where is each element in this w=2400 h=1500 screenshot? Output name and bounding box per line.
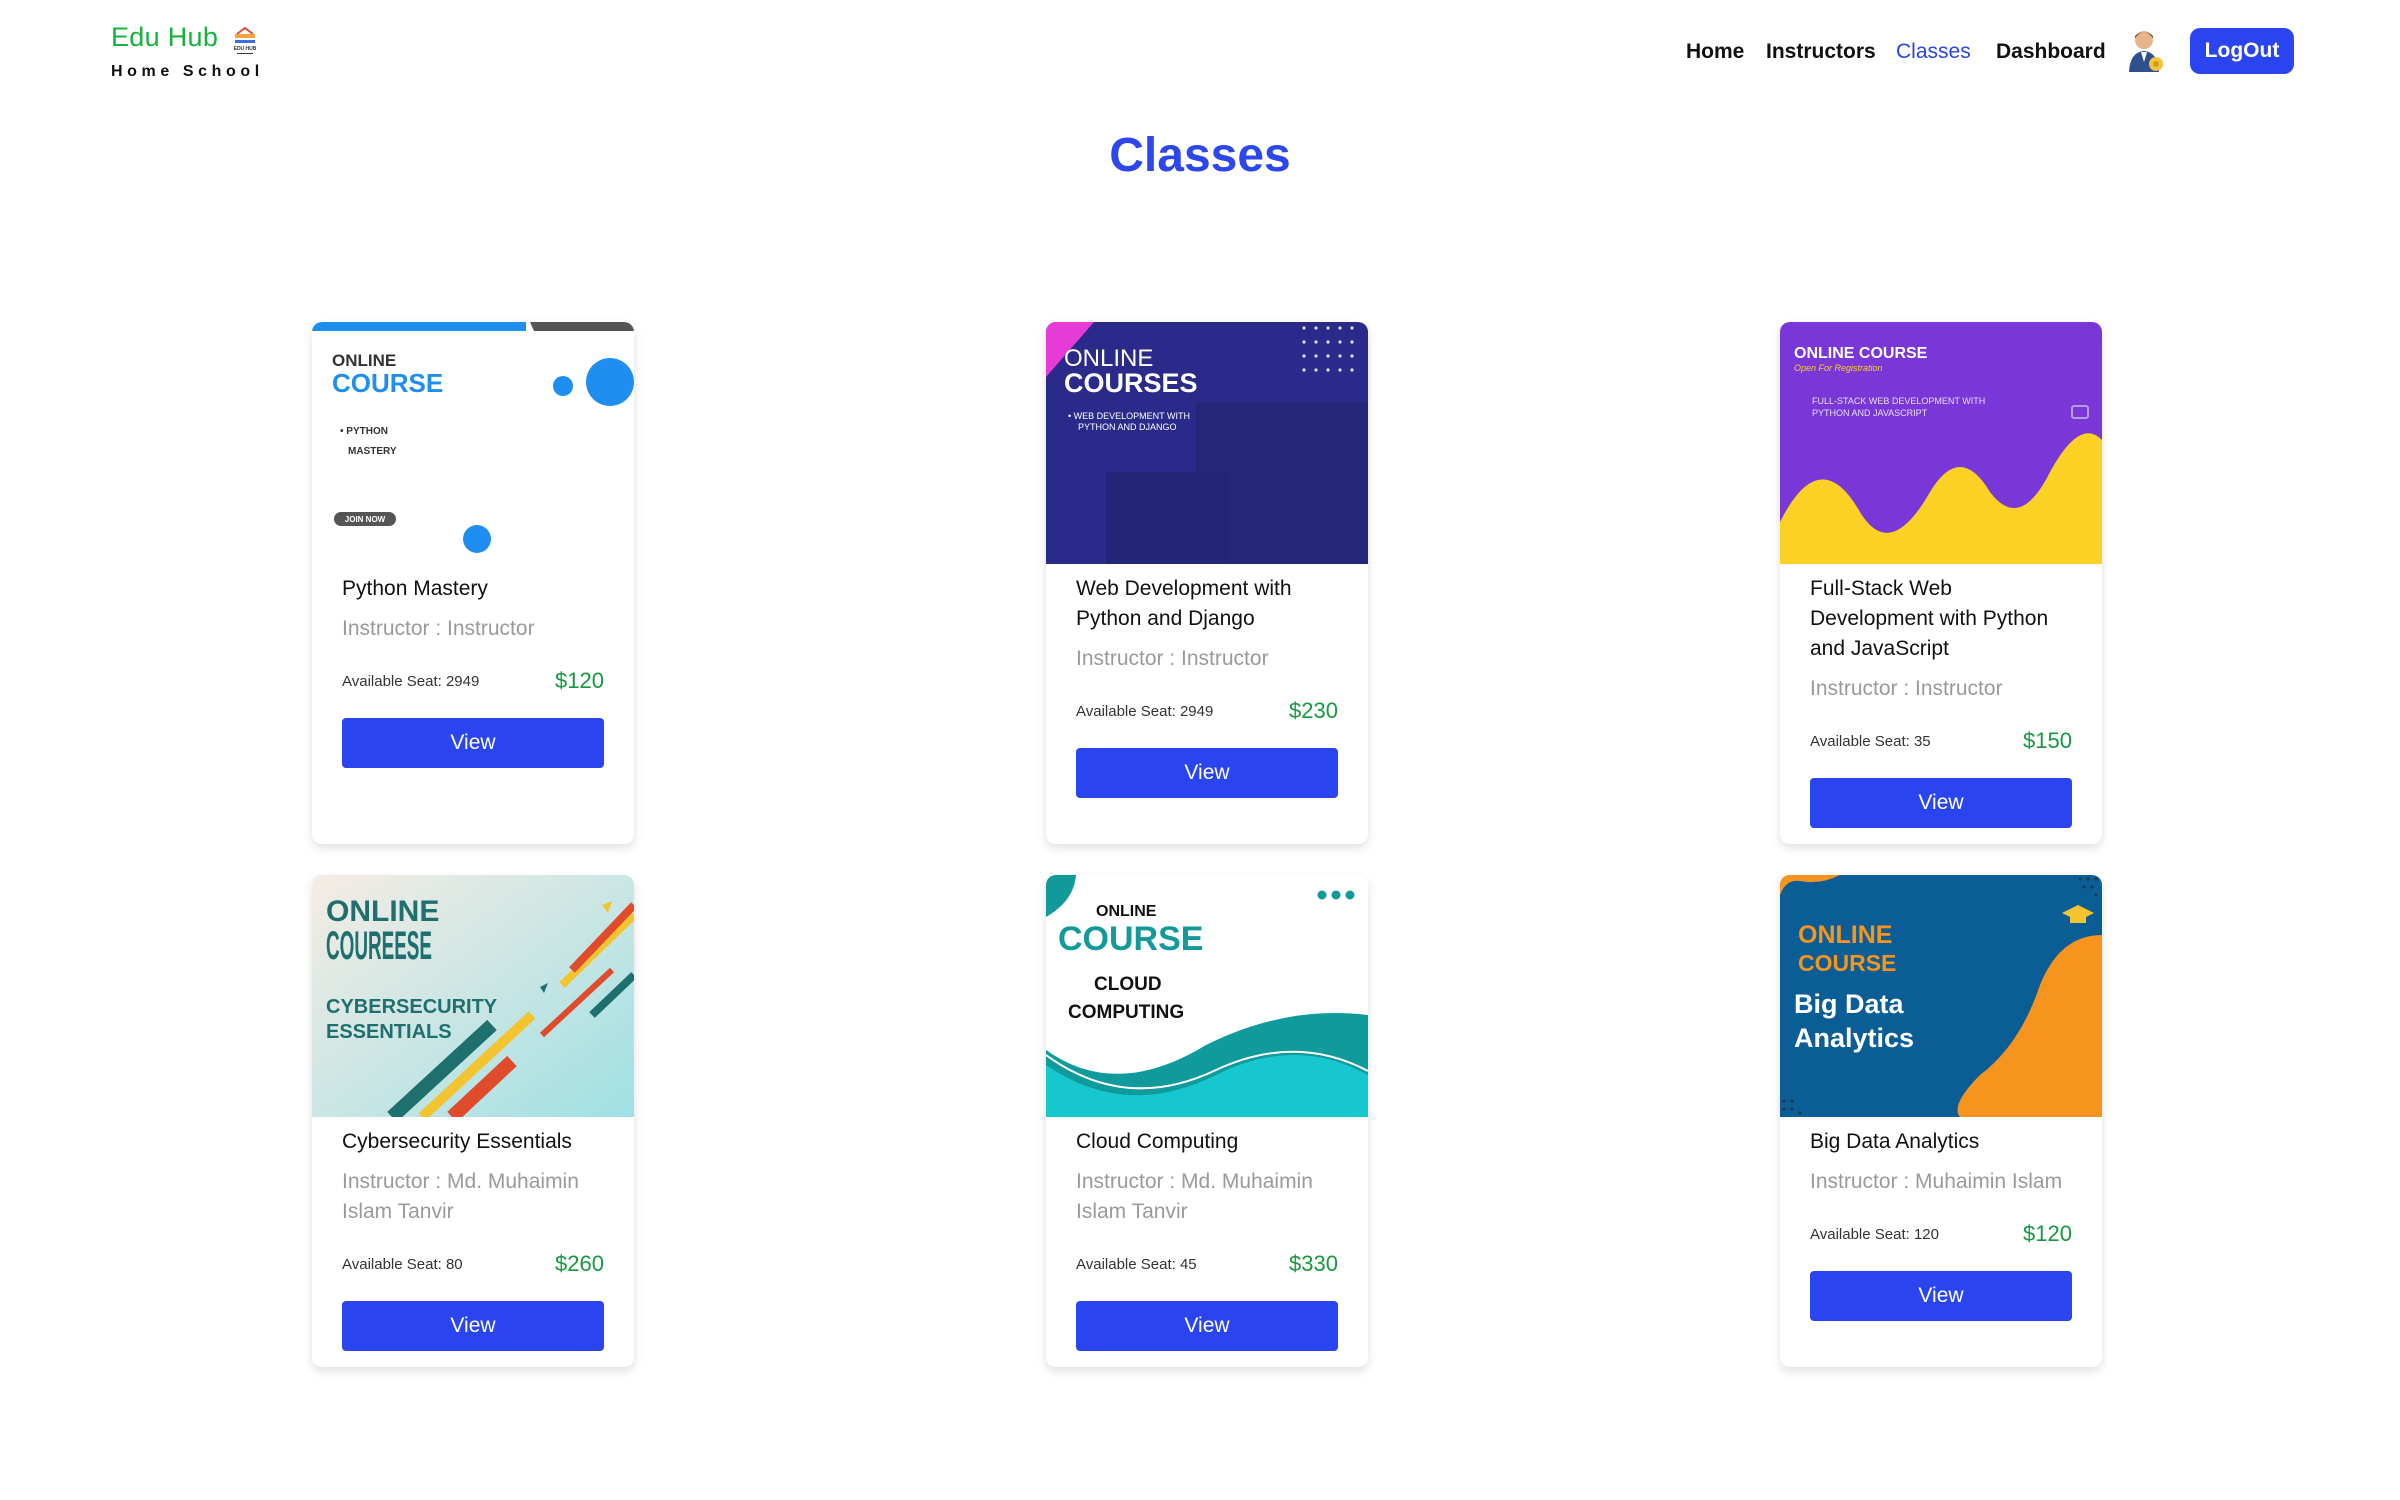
course-thumbnail: ONLINE COUREESE CYBERSECURITY ESSENTIALS — [312, 875, 634, 1117]
svg-text:COURSES: COURSES — [1064, 368, 1198, 398]
svg-text:Open For Registration: Open For Registration — [1794, 363, 1883, 373]
page-title: Classes — [1109, 129, 1291, 182]
course-price: $260 — [555, 1251, 604, 1276]
course-title: Web Development with Python and Django — [1076, 577, 1292, 630]
course-thumbnail: ONLINE COURSE Big Data Analytics — [1780, 875, 2102, 1117]
course-instructor: Instructor : Muhaimin Islam — [1810, 1170, 2063, 1193]
course-thumbnail: ONLINE COURSE • PYTHON MASTERY JOIN NOW — [312, 322, 634, 564]
course-price: $120 — [555, 668, 604, 693]
svg-text:Big Data: Big Data — [1794, 989, 1905, 1019]
view-button[interactable]: View — [1810, 1271, 2072, 1321]
view-button[interactable]: View — [342, 1301, 604, 1351]
course-instructor: Instructor : Md. Muhaimin Islam Tanvir — [342, 1170, 579, 1223]
class-card: ONLINE COURSE Big Data Analytics Big Dat… — [1780, 875, 2102, 1367]
svg-text:COMPUTING: COMPUTING — [1068, 1002, 1184, 1023]
course-price: $230 — [1289, 698, 1338, 723]
available-seats: Available Seat: 120 — [1810, 1225, 1939, 1243]
svg-text:PYTHON AND JAVASCRIPT: PYTHON AND JAVASCRIPT — [1812, 408, 1928, 418]
svg-text:CLOUD: CLOUD — [1094, 974, 1162, 995]
brand-logo-icon: EDU HUB — [234, 26, 257, 54]
course-instructor: Instructor : Instructor — [1076, 647, 1269, 670]
brand[interactable]: Edu Hub EDU HUB Home School — [111, 22, 264, 81]
svg-text:FULL-STACK WEB DEVELOPMENT WIT: FULL-STACK WEB DEVELOPMENT WITH — [1812, 396, 1985, 406]
available-seats: Available Seat: 2949 — [1076, 702, 1214, 720]
navbar: Edu Hub EDU HUB Home School Home Instruc… — [0, 0, 2400, 110]
course-instructor: Instructor : Md. Muhaimin Islam Tanvir — [1076, 1170, 1313, 1223]
svg-text:COUREESE: COUREESE — [326, 924, 432, 968]
svg-text:ESSENTIALS: ESSENTIALS — [326, 1021, 452, 1043]
course-price: $120 — [2023, 1221, 2072, 1246]
svg-text:COURSE: COURSE — [1058, 920, 1203, 958]
course-title: Cybersecurity Essentials — [342, 1130, 572, 1153]
available-seats: Available Seat: 45 — [1076, 1255, 1197, 1273]
course-title: Cloud Computing — [1076, 1130, 1239, 1153]
svg-text:Analytics: Analytics — [1794, 1023, 1914, 1053]
view-button[interactable]: View — [1076, 748, 1338, 798]
available-seats: Available Seat: 35 — [1810, 732, 1931, 750]
class-card: ONLINE COUREESE CYBERSECURITY ESSENTIALS… — [312, 875, 634, 1367]
course-price: $330 — [1289, 1251, 1338, 1276]
brand-tagline: Home School — [111, 63, 264, 80]
course-price: $150 — [2023, 728, 2072, 753]
svg-text:MASTERY: MASTERY — [348, 446, 397, 457]
svg-text:ONLINE: ONLINE — [1798, 921, 1892, 949]
available-seats: Available Seat: 80 — [342, 1255, 463, 1273]
class-card: ONLINE COURSE CLOUD COMPUTING Cloud Comp… — [1046, 875, 1368, 1367]
svg-text:• PYTHON: • PYTHON — [340, 426, 388, 437]
course-title: Big Data Analytics — [1810, 1130, 1980, 1153]
svg-text:ONLINE: ONLINE — [1096, 903, 1157, 920]
view-button[interactable]: View — [342, 718, 604, 768]
class-card: ONLINE COURSE Open For Registration FULL… — [1780, 322, 2102, 844]
available-seats: Available Seat: 2949 — [342, 672, 480, 690]
logout-button[interactable]: LogOut — [2190, 28, 2294, 74]
nav-dashboard[interactable]: Dashboard — [1996, 40, 2106, 64]
svg-text:JOIN NOW: JOIN NOW — [345, 515, 386, 524]
user-avatar-icon[interactable] — [2126, 28, 2166, 74]
view-button[interactable]: View — [1076, 1301, 1338, 1351]
class-card: ONLINE COURSE • PYTHON MASTERY JOIN NOW … — [312, 322, 634, 844]
course-instructor: Instructor : Instructor — [1810, 677, 2003, 700]
svg-text:COURSE: COURSE — [1798, 950, 1896, 976]
course-thumbnail: ONLINE COURSE Open For Registration FULL… — [1780, 322, 2102, 564]
svg-text:EDU HUB: EDU HUB — [234, 46, 257, 52]
class-card: ONLINE COURSES • WEB DEVELOPMENT WITH PY… — [1046, 322, 1368, 844]
svg-text:• WEB DEVELOPMENT WITH: • WEB DEVELOPMENT WITH — [1068, 411, 1190, 421]
svg-text:PYTHON AND DJANGO: PYTHON AND DJANGO — [1078, 422, 1177, 432]
svg-text:CYBERSECURITY: CYBERSECURITY — [326, 996, 498, 1018]
course-title: Python Mastery — [342, 577, 488, 600]
course-title: Full-Stack Web Development with Python a… — [1810, 577, 2049, 660]
nav-instructors[interactable]: Instructors — [1766, 40, 1876, 64]
view-button[interactable]: View — [1810, 778, 2072, 828]
course-thumbnail: ONLINE COURSE CLOUD COMPUTING — [1046, 875, 1368, 1117]
course-thumbnail: ONLINE COURSES • WEB DEVELOPMENT WITH PY… — [1046, 322, 1368, 564]
nav-home[interactable]: Home — [1686, 40, 1744, 64]
svg-text:ONLINE COURSE: ONLINE COURSE — [1794, 345, 1928, 362]
svg-text:COURSE: COURSE — [332, 368, 443, 398]
nav-classes[interactable]: Classes — [1896, 40, 1971, 64]
course-instructor: Instructor : Instructor — [342, 617, 535, 640]
